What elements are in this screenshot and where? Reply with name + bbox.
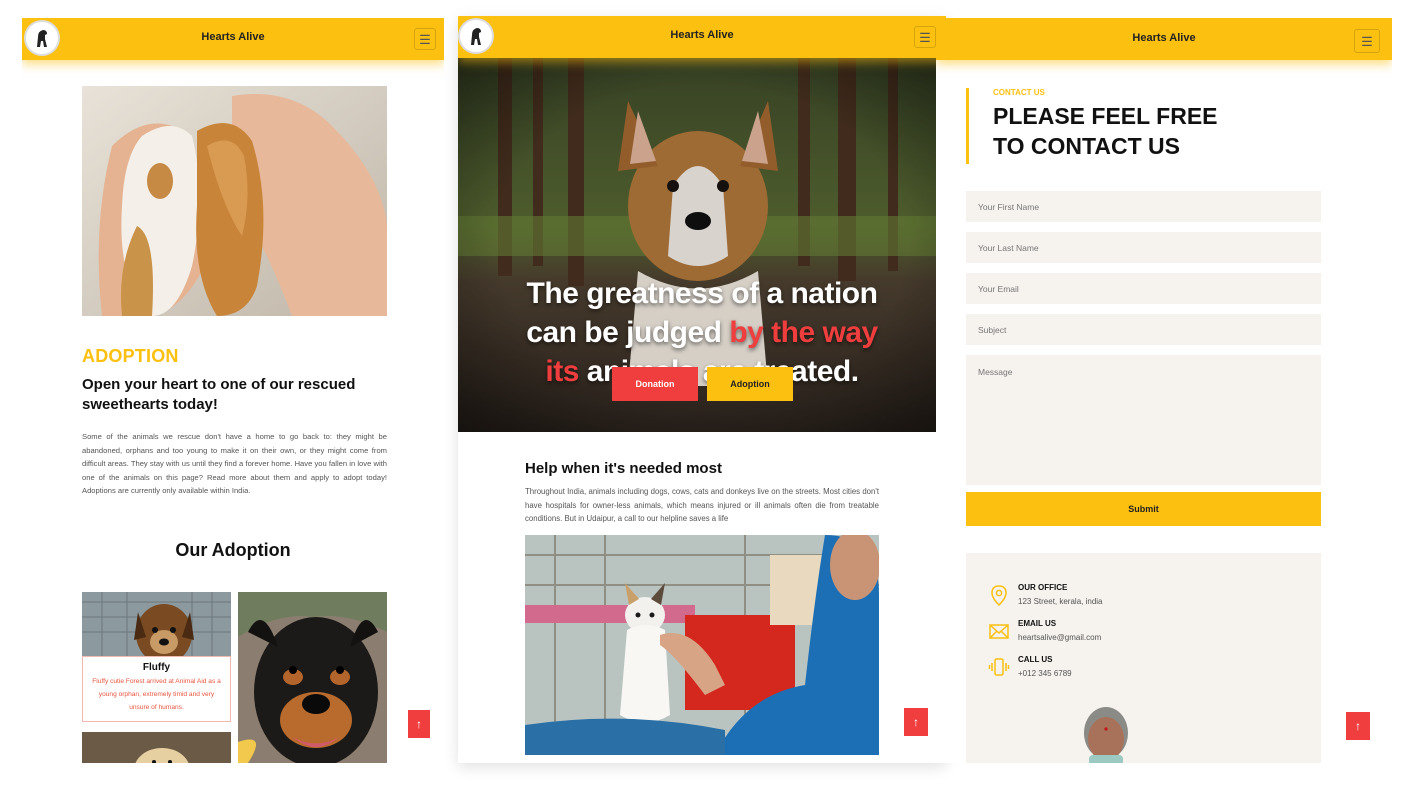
envelope-icon xyxy=(989,624,1009,639)
adoption-heading: Open your heart to one of our rescued sw… xyxy=(82,376,356,413)
contact-info-box: OUR OFFICE 123 Street, kerala, india EMA… xyxy=(966,553,1321,763)
adoption-page-panel: Hearts Alive ☰ ADOPTION Open your heart … xyxy=(22,18,444,763)
help-heading: Help when it's needed most xyxy=(525,460,722,477)
donation-button[interactable]: Donation xyxy=(612,367,698,401)
location-pin-icon xyxy=(991,585,1007,606)
office-info: OUR OFFICE 123 Street, kerala, india xyxy=(988,583,1103,606)
hero-line-3-highlight: its xyxy=(545,355,579,388)
phone-vibrate-icon xyxy=(988,658,1010,676)
our-adoption-title: Our Adoption xyxy=(175,540,291,560)
office-value: 123 Street, kerala, india xyxy=(1018,597,1103,606)
puppy-photo xyxy=(82,592,231,664)
submit-button[interactable]: Submit xyxy=(966,492,1321,526)
hero-line-1: The greatness of a nation xyxy=(526,277,878,310)
navbar: Hearts Alive ☰ xyxy=(936,18,1392,60)
email-value[interactable]: heartsalive@gmail.com xyxy=(1018,633,1101,642)
navbar: Hearts Alive ☰ xyxy=(458,16,946,58)
message-field[interactable]: Message xyxy=(966,355,1321,485)
subject-field[interactable]: Subject xyxy=(966,314,1321,345)
contact-page-panel: Hearts Alive ☰ CONTACT US PLEASE FEEL FR… xyxy=(936,18,1392,763)
last-name-field[interactable]: Your Last Name xyxy=(966,232,1321,263)
pet-description: Fluffy cutie Forest arrived at Animal Ai… xyxy=(92,678,221,711)
nav-title: Hearts Alive xyxy=(201,31,265,43)
nav-title: Hearts Alive xyxy=(670,29,734,41)
contact-header: CONTACT US PLEASE FEEL FREE TO CONTACT U… xyxy=(966,88,1253,164)
hero-section: The greatness of a nation can be judged … xyxy=(458,56,946,432)
arrow-up-icon[interactable]: ↑ xyxy=(408,710,430,738)
hamburger-menu-icon[interactable]: ☰ xyxy=(1354,29,1380,53)
home-page-panel: The greatness of a nation can be judged … xyxy=(458,16,946,763)
arrow-up-icon[interactable]: ↑ xyxy=(904,708,928,736)
call-info: CALL US +012 345 6789 xyxy=(988,655,1072,678)
adoption-body-text: Some of the animals we rescue don't have… xyxy=(82,432,387,495)
cat-volunteer-photo xyxy=(525,535,879,755)
hamburger-menu-icon[interactable]: ☰ xyxy=(914,26,936,48)
navbar: Hearts Alive ☰ xyxy=(22,18,444,60)
contact-kicker: CONTACT US xyxy=(993,88,1045,97)
golden-puppy-photo[interactable] xyxy=(82,732,231,763)
email-field[interactable]: Your Email xyxy=(966,273,1321,304)
hero-quote: The greatness of a nation can be judged … xyxy=(518,274,886,391)
hero-line-2: can be judged xyxy=(526,316,730,349)
nav-title: Hearts Alive xyxy=(1132,32,1196,44)
first-name-field[interactable]: Your First Name xyxy=(966,191,1321,222)
office-label: OUR OFFICE xyxy=(1018,583,1068,592)
call-value[interactable]: +012 345 6789 xyxy=(1018,669,1072,678)
adoption-kicker: ADOPTION xyxy=(82,346,179,366)
pet-name: Fluffy xyxy=(142,662,171,673)
person-photo xyxy=(1084,707,1128,763)
adoption-button[interactable]: Adoption xyxy=(707,367,793,401)
help-body-text: Throughout India, animals including dogs… xyxy=(525,487,879,523)
hero-line-2-highlight: by the way xyxy=(729,316,878,349)
email-info: EMAIL US heartsalive@gmail.com xyxy=(988,619,1101,642)
paws-hands-photo xyxy=(82,86,387,316)
adoption-card[interactable]: Fluffy Fluffy cutie Forest arrived at An… xyxy=(82,592,231,722)
rottweiler-photo[interactable] xyxy=(238,592,387,763)
call-label: CALL US xyxy=(1018,655,1053,664)
email-label: EMAIL US xyxy=(1018,619,1057,628)
hamburger-menu-icon[interactable]: ☰ xyxy=(414,28,436,50)
arrow-up-icon[interactable]: ↑ xyxy=(1346,712,1370,740)
adoption-card-info: Fluffy Fluffy cutie Forest arrived at An… xyxy=(82,656,231,722)
contact-title: PLEASE FEEL FREE TO CONTACT US xyxy=(993,103,1218,159)
